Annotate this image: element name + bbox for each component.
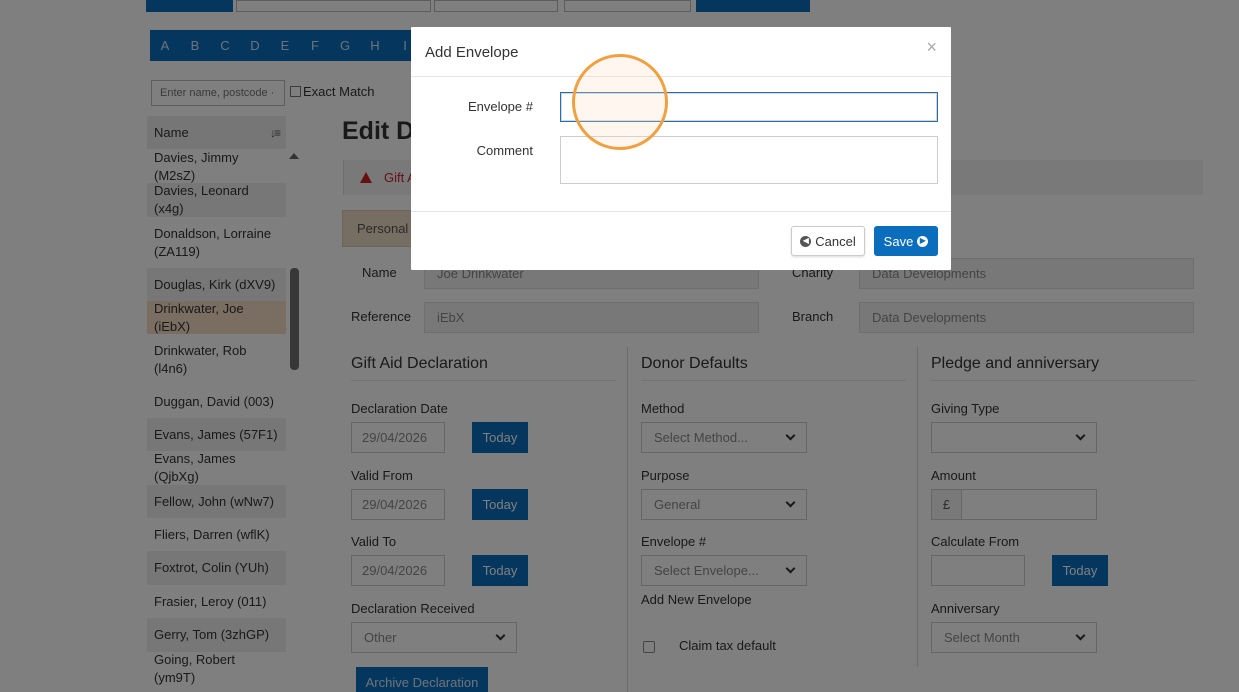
modal-footer-divider xyxy=(411,211,951,212)
cancel-button-label: Cancel xyxy=(815,233,856,249)
arrow-left-circle-icon: ◀ xyxy=(800,235,812,247)
save-button[interactable]: Save ▶ xyxy=(874,226,938,256)
arrow-right-circle-icon: ▶ xyxy=(917,235,929,247)
envelope-number-label: Envelope # xyxy=(467,99,533,114)
modal-title: Add Envelope xyxy=(425,44,519,61)
comment-label: Comment xyxy=(476,143,533,158)
save-button-label: Save xyxy=(883,233,914,249)
cancel-button[interactable]: ◀ Cancel xyxy=(791,226,865,256)
close-icon[interactable]: × xyxy=(926,37,937,58)
modal-header: Add Envelope × xyxy=(411,27,951,77)
add-envelope-modal: Add Envelope × Envelope # Comment ◀ Canc… xyxy=(411,27,951,270)
click-indicator xyxy=(572,54,668,150)
